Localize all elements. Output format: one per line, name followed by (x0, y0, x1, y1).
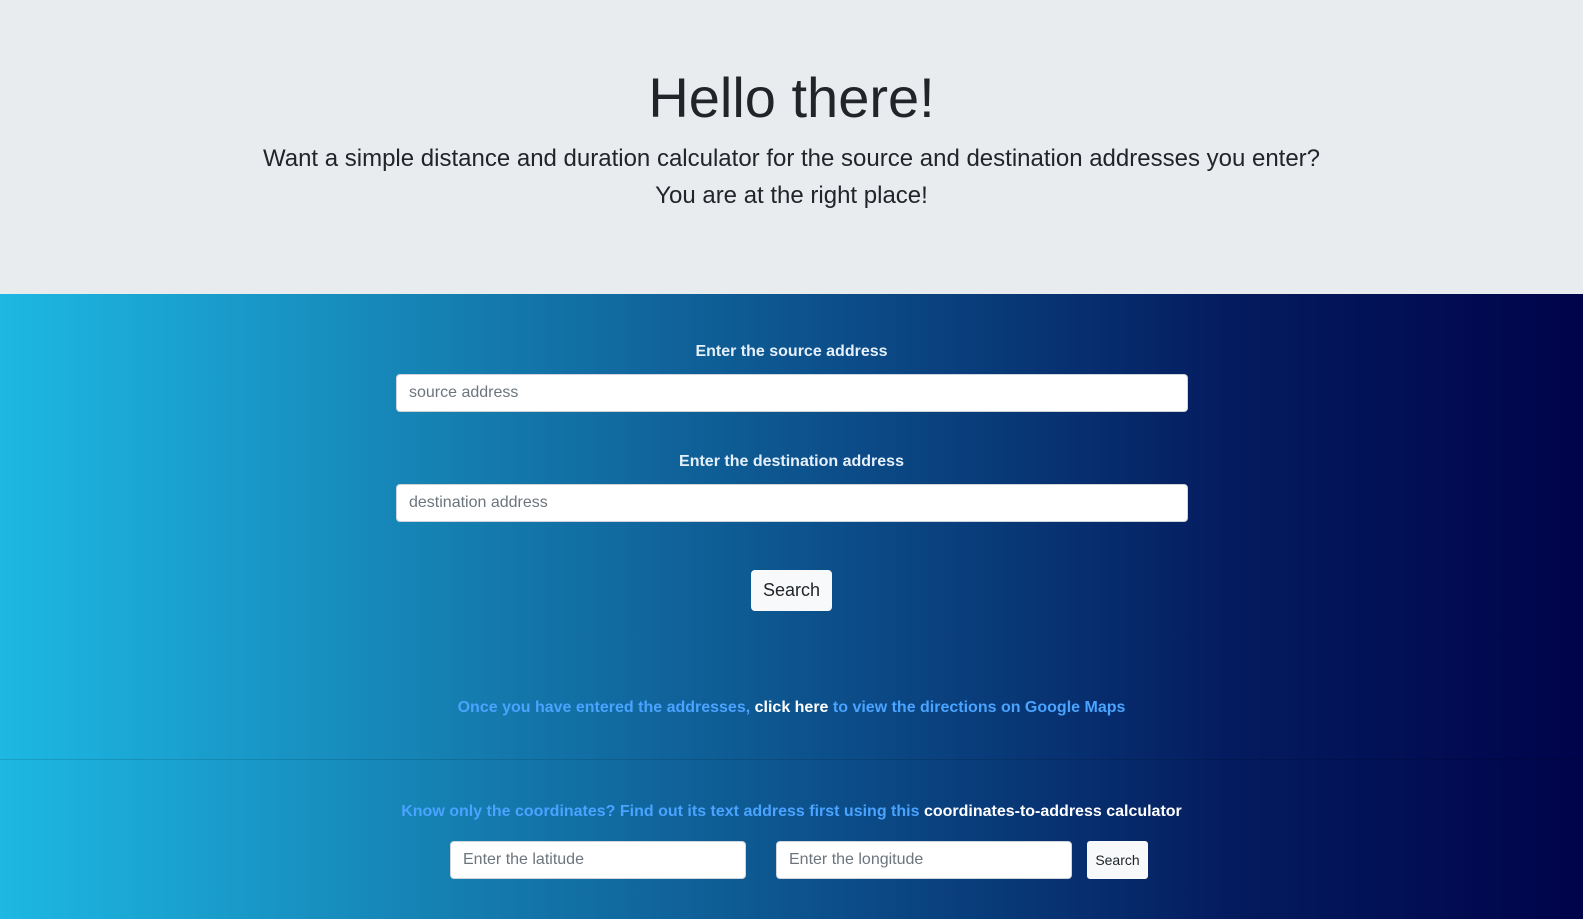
longitude-input[interactable] (776, 841, 1072, 879)
directions-info-prefix: Once you have entered the addresses, (457, 699, 751, 716)
directions-info-suffix: to view the directions on Google Maps (832, 699, 1126, 716)
hero-section: Hello there! Want a simple distance and … (0, 0, 1583, 294)
hero-lead: Want a simple distance and duration calc… (0, 140, 1583, 214)
hero-lead-line-2: You are at the right place! (655, 182, 928, 209)
source-address-input[interactable] (396, 374, 1188, 412)
calculator-section: Enter the source address Enter the desti… (0, 294, 1583, 919)
source-address-label: Enter the source address (695, 343, 888, 360)
coordinates-calculator-link[interactable]: coordinates-to-address calculator (924, 803, 1182, 820)
latitude-input[interactable] (450, 841, 746, 879)
destination-address-input[interactable] (396, 484, 1188, 522)
directions-info: Once you have entered the addresses, cli… (0, 698, 1583, 718)
section-divider (0, 759, 1583, 760)
directions-link[interactable]: click here (755, 699, 829, 716)
coordinates-search-button[interactable]: Search (1087, 841, 1148, 879)
search-button[interactable]: Search (751, 570, 832, 611)
coordinates-info-prefix: Know only the coordinates? Find out its … (401, 803, 920, 820)
coordinates-info: Know only the coordinates? Find out its … (0, 802, 1583, 822)
hero-lead-line-1: Want a simple distance and duration calc… (262, 145, 1321, 172)
page-title: Hello there! (648, 66, 935, 129)
destination-address-label: Enter the destination address (679, 453, 904, 470)
